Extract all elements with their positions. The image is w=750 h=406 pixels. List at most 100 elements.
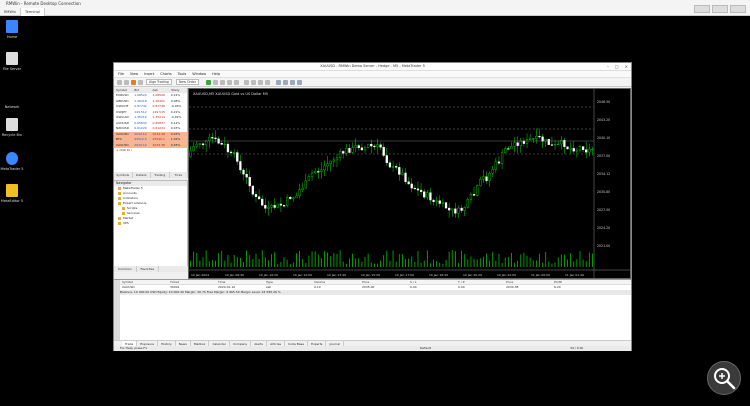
col-trade-type[interactable]: Type <box>266 280 314 284</box>
candle-body <box>419 189 423 192</box>
tab-common[interactable]: Common <box>114 266 137 272</box>
desktop-icon-metaeditor[interactable]: MetaEditor 5 <box>0 184 24 203</box>
candle-body <box>522 140 526 144</box>
price-tick-label: 2046.50 <box>597 100 610 104</box>
tab-ticks[interactable]: Ticks <box>170 172 188 178</box>
timeframe-m5[interactable] <box>283 80 288 85</box>
zoom-in-icon[interactable] <box>227 80 232 85</box>
tab-trading[interactable]: Trading <box>151 172 170 178</box>
candle-body <box>254 194 258 197</box>
candle-body <box>376 144 379 148</box>
time-tick-label: 11 Jan 01:40 <box>565 273 584 277</box>
col-trade-time[interactable]: Time <box>218 280 266 284</box>
folder-icon <box>118 202 121 205</box>
desktop-icon-recycle-bin[interactable]: Recycle Bin <box>0 118 24 137</box>
window-tab-terminal[interactable]: Terminal <box>21 8 45 16</box>
navigator-tabs: Common Favorites <box>114 266 188 272</box>
col-trade-ticket[interactable]: Ticket <box>170 280 218 284</box>
menu-tools[interactable]: Tools <box>178 71 187 77</box>
maximize-icon[interactable]: □ <box>615 64 619 69</box>
status-help: For Help, press F1 <box>120 346 148 350</box>
market-watch-cell-change <box>169 148 187 154</box>
desktop-icon-metatrader[interactable]: MetaTrader 5 <box>0 152 24 171</box>
price-tick-label: 2040.10 <box>597 136 610 140</box>
col-trade-volume[interactable]: Volume <box>314 280 362 284</box>
window-tab-rmwin[interactable]: RMWin <box>0 8 22 16</box>
timeframe-h1[interactable] <box>297 80 302 85</box>
text-icon[interactable] <box>265 80 270 85</box>
col-trade-symbol[interactable]: Symbol <box>122 280 170 284</box>
candle-body <box>205 140 208 146</box>
tab-details[interactable]: Details <box>133 172 151 178</box>
desktop-icon-network[interactable]: Network <box>0 90 24 109</box>
hline-icon[interactable] <box>258 80 263 85</box>
menu-window[interactable]: Window <box>192 71 206 77</box>
candle-body <box>491 169 494 174</box>
candle-body <box>525 139 529 144</box>
zoom-out-icon[interactable] <box>234 80 239 85</box>
candle-body <box>563 140 566 147</box>
close-button[interactable] <box>730 5 746 13</box>
minimize-icon[interactable]: – <box>607 64 609 69</box>
metatrader-icon <box>6 152 18 165</box>
candle-body <box>497 161 501 164</box>
menu-file[interactable]: File <box>118 71 124 77</box>
col-trade-price[interactable]: Price <box>362 280 410 284</box>
maximize-button[interactable] <box>712 5 728 13</box>
recycle-bin-icon <box>6 118 18 131</box>
candle-body <box>348 148 351 153</box>
candle-body <box>444 202 448 209</box>
menu-charts[interactable]: Charts <box>160 71 171 77</box>
candle-body <box>510 146 513 150</box>
menu-view[interactable]: View <box>130 71 138 77</box>
new-order-button[interactable]: New Order <box>176 79 200 85</box>
candle-body <box>273 205 276 208</box>
market-watch-icon[interactable] <box>131 80 136 85</box>
close-icon[interactable]: × <box>625 64 628 69</box>
candle-body <box>314 171 317 174</box>
profiles-icon[interactable] <box>124 80 129 85</box>
navigator-item[interactable]: VPS <box>114 221 187 226</box>
candle-body <box>457 207 460 214</box>
new-chart-icon[interactable] <box>117 80 122 85</box>
candle-body <box>295 195 298 199</box>
market-watch-cell-ask <box>151 148 169 154</box>
timeframe-m1[interactable] <box>276 80 281 85</box>
timeframe-m15[interactable] <box>290 80 295 85</box>
market-watch-row[interactable]: + click to add <box>114 148 187 154</box>
menu-insert[interactable]: Insert <box>144 71 154 77</box>
candle-chart-icon[interactable] <box>213 80 218 85</box>
bar-chart-icon[interactable] <box>206 80 211 85</box>
col-trade-profit[interactable]: Profit <box>554 280 602 284</box>
menu-help[interactable]: Help <box>212 71 220 77</box>
chart-canvas[interactable]: XAUUSD,M5 XAUUSD Gold vs US Dollar M5 204… <box>189 89 630 278</box>
time-tick-label: 10 Jan 17:00 <box>395 273 414 277</box>
navigator-icon[interactable] <box>138 80 143 85</box>
desktop-icon-home[interactable]: Home <box>0 20 24 39</box>
toolbox-side-handle[interactable] <box>114 280 120 340</box>
minimize-button[interactable] <box>694 5 710 13</box>
desktop-icon-file-server[interactable]: File Server <box>0 52 24 71</box>
trendline-icon[interactable] <box>251 80 256 85</box>
file-icon <box>6 52 18 65</box>
col-trade-tp[interactable]: T / P <box>458 280 506 284</box>
candle-body <box>233 152 236 154</box>
tab-symbols[interactable]: Symbols <box>114 172 133 178</box>
col-trade-current-price[interactable]: Price <box>506 280 554 284</box>
candle-body <box>236 152 239 162</box>
status-traffic: 34 / 0 kb <box>570 346 584 350</box>
price-chart[interactable]: XAUUSD,M5 XAUUSD Gold vs US Dollar M5 204… <box>188 88 631 279</box>
desktop-icon-label: Network <box>4 105 20 109</box>
line-chart-icon[interactable] <box>220 80 225 85</box>
tab-favorites[interactable]: Favorites <box>137 266 160 272</box>
candle-body <box>248 177 251 187</box>
zoom-button[interactable] <box>707 361 741 395</box>
candle-body <box>195 144 198 147</box>
candle-body <box>395 166 398 168</box>
candle-body <box>282 205 286 207</box>
candle-body <box>485 176 488 181</box>
algo-trading-button[interactable]: Algo Trading <box>146 79 172 85</box>
candle-body <box>285 197 289 206</box>
col-trade-sl[interactable]: S / L <box>410 280 458 284</box>
crosshair-icon[interactable] <box>244 80 249 85</box>
